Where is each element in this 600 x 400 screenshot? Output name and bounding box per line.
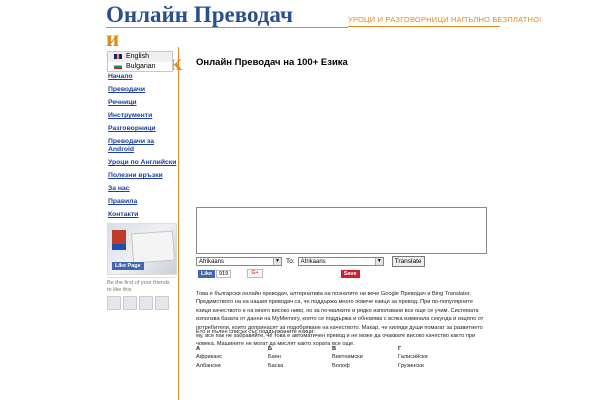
page-logo-bar	[112, 244, 126, 250]
chevron-down-icon: ▼	[273, 258, 281, 265]
friend-avatars	[107, 296, 175, 310]
from-language-select[interactable]: Afrikaans ▼	[196, 257, 282, 266]
translate-controls: Afrikaans ▼ To: Afrikaans ▼ Translate	[196, 256, 425, 267]
column-letter: А	[196, 346, 201, 352]
translate-button[interactable]: Translate	[391, 256, 425, 267]
language-list-intro: Ето и пълен списък със поддържаните езиц…	[196, 329, 315, 335]
language-column: В Виетнамски Волоф	[332, 345, 363, 370]
to-language-value: Afrikaans	[300, 259, 326, 265]
google-plus-button[interactable]: G+	[247, 269, 263, 278]
avatar	[107, 296, 121, 310]
page-cover-image	[131, 230, 175, 264]
nav-link-phrasebooks[interactable]: Разговорници	[108, 125, 178, 133]
avatar	[123, 296, 137, 310]
list-item: Баян	[268, 354, 281, 360]
to-language-select[interactable]: Afrikaans ▼	[297, 257, 384, 266]
source-text-input[interactable]	[196, 207, 487, 254]
list-item: Виетнамски	[332, 354, 363, 360]
site-tagline: УРОЦИ И РАЗГОВОРНИЦИ НАПЪЛНО БЕЗПЛАТНО!	[348, 15, 542, 24]
nav-link-translators[interactable]: Преводачи	[108, 86, 178, 94]
language-option-bulgarian[interactable]: Bulgarian	[108, 62, 172, 72]
language-column: Г Галисийски Грузински	[398, 345, 428, 370]
facebook-page-thumbnail[interactable]: Like Page	[107, 223, 177, 275]
tagline-underline	[348, 26, 500, 27]
fb-like-button[interactable]: Like	[198, 269, 216, 278]
chevron-down-icon: ▼	[374, 258, 383, 265]
list-item: Галисийски	[398, 354, 428, 360]
nav-link-about[interactable]: За нас	[108, 185, 178, 193]
description-paragraph: Това е български онлайн преводач, алтерн…	[196, 291, 484, 348]
language-switcher: English Bulgarian	[107, 51, 173, 72]
list-item: Грузински	[398, 362, 424, 369]
column-letter: В	[332, 346, 337, 352]
nav-link-useful-links[interactable]: Полезни връзки	[108, 172, 178, 180]
fb-like-page-button[interactable]: Like Page	[112, 262, 144, 270]
language-column: А Африканс Албански	[196, 345, 222, 370]
share-bar: Like 919 G+ Save	[198, 269, 360, 278]
pinterest-save-button[interactable]: Save	[340, 269, 360, 278]
language-label: Bulgarian	[126, 62, 156, 70]
list-item: Волоф	[332, 362, 350, 369]
list-item: Албански	[196, 362, 221, 369]
fb-friends-text: Be the first of your friends to like thi…	[107, 280, 170, 293]
nav-link-english-lessons[interactable]: Уроци по Английски	[108, 159, 178, 167]
language-label: English	[126, 53, 149, 61]
sidebar: English Bulgarian Начало Преводачи Речни…	[105, 47, 179, 400]
fb-like-count: 919	[216, 269, 232, 278]
logo-text: Онлайн Преводач	[106, 2, 293, 27]
page-title: Онлайн Преводач на 100+ Езика	[196, 57, 348, 68]
column-letter: Г	[398, 346, 402, 352]
sidebar-nav: Начало Преводачи Речници Инструменти Раз…	[108, 73, 178, 224]
nav-link-dictionaries[interactable]: Речници	[108, 99, 178, 107]
nav-link-android-translators[interactable]: Преводачи за Android	[108, 138, 178, 154]
column-letter: Б	[268, 346, 273, 352]
language-column: Б Баян Баска	[268, 345, 283, 370]
avatar	[139, 296, 153, 310]
list-item: Баска	[268, 362, 284, 369]
uk-flag-icon	[114, 54, 122, 60]
from-language-value: Afrikaans	[199, 259, 225, 265]
to-label: To:	[286, 258, 295, 265]
nav-link-rules[interactable]: Правила	[108, 198, 178, 206]
avatar	[155, 296, 169, 310]
page-logo-icon	[112, 230, 126, 244]
nav-link-home[interactable]: Начало	[108, 73, 178, 81]
language-option-english[interactable]: English	[108, 52, 172, 62]
header-divider	[106, 27, 348, 28]
list-item: Африканс	[196, 354, 223, 360]
nav-link-tools[interactable]: Инструменти	[108, 112, 178, 120]
facebook-friends-box: Be the first of your friends to like thi…	[107, 277, 175, 314]
bg-flag-icon	[114, 63, 122, 69]
nav-link-contacts[interactable]: Контакти	[108, 211, 178, 219]
